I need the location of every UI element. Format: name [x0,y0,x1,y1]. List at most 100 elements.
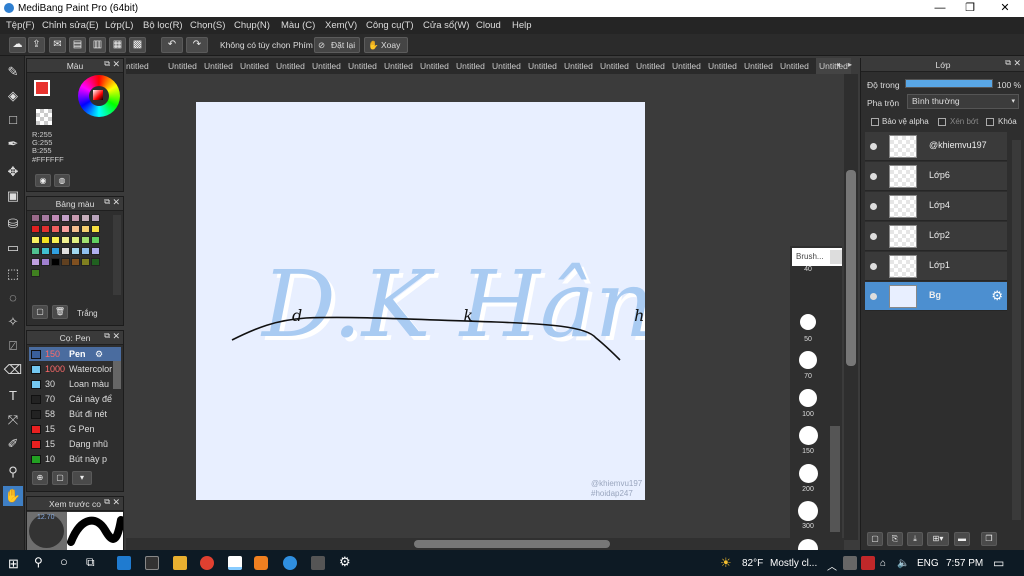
pen-tool-icon[interactable]: ✒ [3,134,23,154]
brush-tool-icon[interactable]: ✎ [3,62,23,82]
menu-cloud[interactable]: Cloud [476,20,501,31]
weather-temp[interactable]: 82°F [742,558,763,569]
palette-swatch[interactable] [91,214,100,222]
add-brush-icon[interactable]: ⊕ [32,471,48,485]
brush-menu-icon[interactable]: ▾ [72,471,92,485]
zalo-icon[interactable] [254,556,268,570]
tab-scroll-right-icon[interactable]: ▸ [848,60,852,69]
palette-swatch[interactable] [61,258,70,266]
menu-view[interactable]: Xem(V) [325,20,357,31]
search-icon[interactable]: ⚲ [34,555,43,569]
visibility-eye-icon[interactable] [870,173,877,180]
close-icon[interactable]: ✕ [1013,58,1021,69]
brush-size-dot[interactable] [799,351,817,369]
document-tab[interactable]: Untitled [276,58,305,74]
new-color-icon[interactable]: ▢ [32,305,48,319]
document-tab[interactable]: Untitled [240,58,269,74]
palette-swatch[interactable] [41,225,50,233]
float-icon[interactable]: ⧉ [1005,58,1011,68]
comment-icon[interactable]: ✉ [49,37,66,53]
select-rect-tool-icon[interactable]: ⬚ [3,264,23,284]
brush-item[interactable]: 1000 Watercolor [29,362,121,376]
canvas[interactable]: D.K Hân D.K Hân d k h a n @khiemvu197 #h… [196,102,645,500]
shape-tool-icon[interactable]: □ [3,110,23,130]
layer-scrollbar[interactable] [1012,140,1021,520]
palette-swatch[interactable] [81,236,90,244]
merge-layer-icon[interactable]: ⤓ [907,532,923,546]
hand-tool-icon[interactable]: ✋ [3,486,23,506]
text-tool-icon[interactable]: T [3,386,23,406]
close-icon[interactable]: ✕ [112,497,120,508]
menu-window[interactable]: Cửa sổ(W) [423,20,469,31]
volume-icon[interactable]: 🔈 [897,558,909,569]
visibility-eye-icon[interactable] [870,143,877,150]
palette-swatch[interactable] [61,225,70,233]
medibang-taskbar-icon[interactable] [228,556,242,570]
palette-swatch[interactable] [51,225,60,233]
palette-swatch[interactable] [81,258,90,266]
document-tab[interactable]: Untitled [672,58,701,74]
brush-size-dot[interactable] [799,388,817,407]
tray-v-icon[interactable] [861,556,875,570]
palette-swatch[interactable] [71,247,80,255]
document-tab[interactable]: Untitled [456,58,485,74]
operation-tool-icon[interactable]: ⤧ [3,410,23,430]
file-explorer-icon[interactable] [173,556,187,570]
network-icon[interactable]: ⌂ [880,558,886,569]
vertical-scrollbar[interactable] [844,74,858,540]
transparent-swatch[interactable] [36,109,52,125]
document-tab[interactable]: Untitled [204,58,233,74]
grid-icon[interactable]: ▦ [109,37,126,53]
menu-tools[interactable]: Công cụ(T) [366,20,414,31]
document-tab[interactable]: Untitled [564,58,593,74]
camera-icon[interactable] [311,556,325,570]
float-icon[interactable]: ⧉ [104,497,110,507]
layer-row[interactable]: Lớp1 [865,252,1007,281]
rotate-button[interactable]: ✋ Xoay [364,37,408,53]
document-tab[interactable]: Untitled [816,58,851,74]
brush-item[interactable]: 58 Bút đi nét [29,407,121,421]
palette-swatch[interactable] [51,247,60,255]
document-tab[interactable]: Untitled [708,58,737,74]
document-tab[interactable]: Untitled [420,58,449,74]
menu-edit[interactable]: Chỉnh sửa(E) [42,20,99,31]
palette-swatch[interactable] [91,225,100,233]
reset-button[interactable]: ⊘ Đặt lại [314,37,360,53]
palette-swatch[interactable] [41,236,50,244]
layer-settings-icon[interactable]: ⚙ [991,288,1003,304]
brush-size-scrollbar[interactable] [830,426,840,532]
windows-start-icon[interactable]: ⊞ [8,556,19,572]
weather-text[interactable]: Mostly cl... [770,558,817,569]
menu-file[interactable]: Tệp(F) [6,20,35,31]
layer-row[interactable]: Bg ⚙ [865,282,1007,311]
maximize-button[interactable]: ❐ [955,1,985,16]
layer-row[interactable]: Lớp2 [865,222,1007,251]
palette-swatch[interactable] [31,214,40,222]
close-button[interactable]: ✕ [990,1,1020,16]
palette-swatch[interactable] [31,247,40,255]
redo-icon[interactable]: ↷ [186,37,208,53]
eyedropper-tool-icon[interactable]: ⚲ [3,462,23,482]
close-icon[interactable]: ✕ [112,59,120,70]
cloud-icon[interactable]: ☁ [9,37,26,53]
trash-icon[interactable]: 🗑 [52,305,68,319]
layer-row[interactable]: Lớp6 [865,162,1007,191]
magic-wand-tool-icon[interactable]: ✧ [3,312,23,332]
document-tab[interactable]: Untitled [384,58,413,74]
notification-icon[interactable]: ▭ [993,556,1004,570]
brush-item[interactable]: 150 Pen ⚙ [29,347,121,361]
eraser-tool-icon[interactable]: ◈ [3,86,23,106]
palette-swatch[interactable] [51,214,60,222]
visibility-eye-icon[interactable] [870,293,877,300]
palette-swatch[interactable] [61,214,70,222]
opacity-slider[interactable] [905,79,993,88]
brush-size-dot[interactable] [800,313,816,330]
message-icon[interactable]: ▤ [69,37,86,53]
palette-swatch[interactable] [91,236,100,244]
palette-swatch[interactable] [31,225,40,233]
horizontal-scrollbar[interactable] [126,538,844,550]
document-tab[interactable]: Untitled [492,58,521,74]
close-icon[interactable]: ✕ [112,197,120,208]
palette-swatch[interactable] [31,269,40,277]
upload-icon[interactable]: ⇪ [28,37,45,53]
